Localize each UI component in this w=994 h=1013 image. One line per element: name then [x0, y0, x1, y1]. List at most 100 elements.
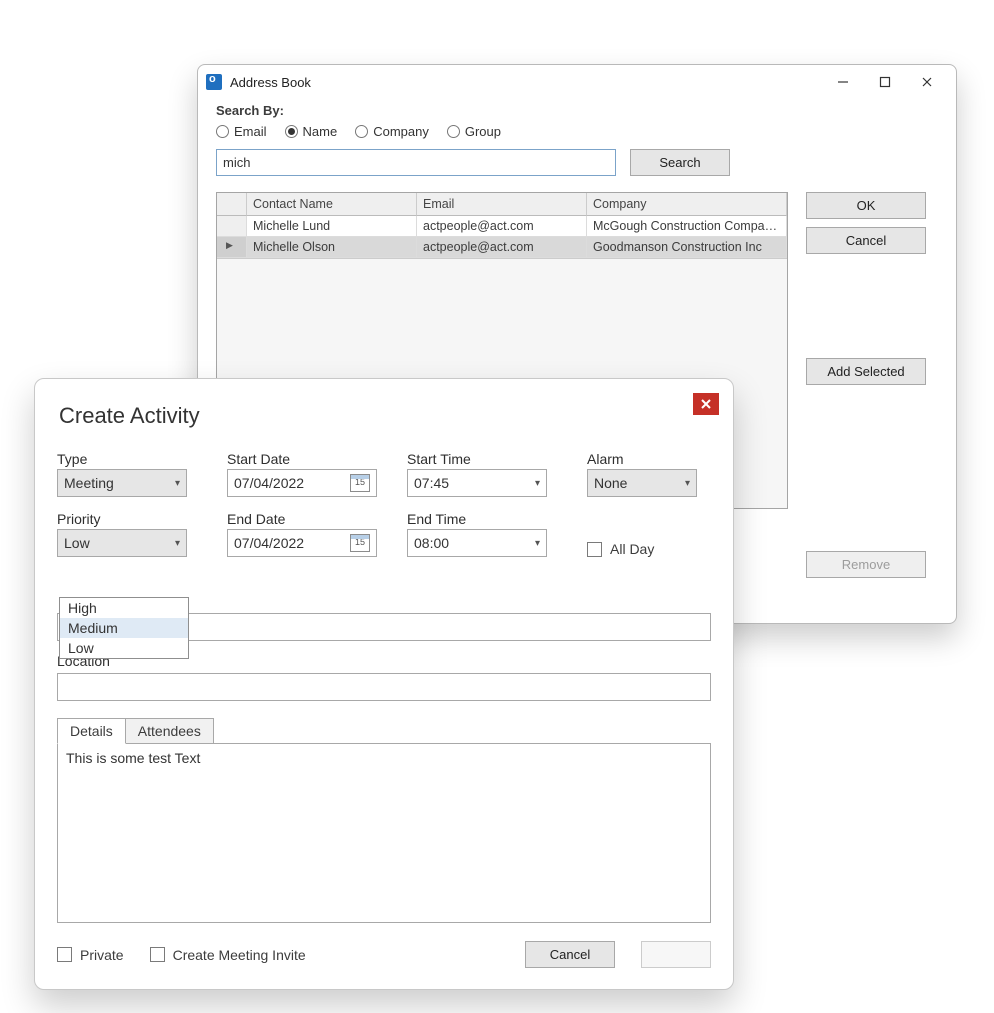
row-header	[217, 237, 247, 258]
tab-details[interactable]: Details	[57, 718, 126, 744]
tab-attendees[interactable]: Attendees	[126, 718, 214, 744]
details-textarea[interactable]: This is some test Text	[57, 743, 711, 923]
calendar-icon[interactable]: 15	[350, 534, 370, 552]
label-type: Type	[57, 451, 217, 467]
window-title: Address Book	[230, 75, 822, 90]
col-contact-name[interactable]: Contact Name	[247, 193, 417, 216]
radio-icon	[447, 125, 460, 138]
chevron-down-icon: ▾	[535, 478, 540, 489]
location-row: Location	[57, 653, 711, 701]
radio-label: Name	[303, 124, 338, 139]
search-input[interactable]	[216, 149, 616, 176]
tabs: Details Attendees	[57, 717, 711, 743]
alarm-combo[interactable]: None ▾	[587, 469, 697, 497]
radio-icon	[285, 125, 298, 138]
chevron-down-icon: ▾	[535, 538, 540, 549]
cell-email: actpeople@act.com	[417, 216, 587, 237]
cancel-button[interactable]: Cancel	[806, 227, 926, 254]
calendar-icon[interactable]: 15	[350, 474, 370, 492]
label-alarm: Alarm	[587, 451, 747, 467]
app-icon	[206, 74, 222, 90]
combo-value: 07:45	[414, 475, 449, 491]
start-time-combo[interactable]: 07:45 ▾	[407, 469, 547, 497]
form-row-1: Type Meeting ▾ Start Date 07/04/2022 15 …	[57, 451, 711, 497]
checkbox-label: Private	[80, 947, 124, 963]
search-button[interactable]: Search	[630, 149, 730, 176]
table-row[interactable]: Michelle Lund actpeople@act.com McGough …	[217, 216, 787, 237]
radio-icon	[216, 125, 229, 138]
start-date-input[interactable]: 07/04/2022 15	[227, 469, 377, 497]
radio-label: Company	[373, 124, 429, 139]
grid-corner	[217, 193, 247, 216]
radio-email[interactable]: Email	[216, 124, 267, 139]
side-buttons: OK Cancel Add Selected Remove	[806, 192, 926, 578]
grid-header: Contact Name Email Company	[217, 193, 787, 216]
chevron-down-icon: ▾	[175, 478, 180, 489]
date-value: 07/04/2022	[234, 535, 304, 551]
all-day-checkbox[interactable]: All Day	[587, 541, 747, 557]
cell-email: actpeople@act.com	[417, 237, 587, 258]
type-combo[interactable]: Meeting ▾	[57, 469, 187, 497]
cell-company: Goodmanson Construction Inc	[587, 237, 787, 258]
radio-icon	[355, 125, 368, 138]
form-row-2: Priority Low ▾ End Date 07/04/2022 15 En…	[57, 511, 711, 557]
add-selected-button[interactable]: Add Selected	[806, 358, 926, 385]
dialog-footer: Private Create Meeting Invite Cancel	[57, 941, 711, 968]
close-icon	[700, 398, 712, 410]
radio-name[interactable]: Name	[285, 124, 338, 139]
checkbox-icon	[587, 542, 602, 557]
priority-option-medium[interactable]: Medium	[60, 618, 188, 638]
close-button[interactable]	[693, 393, 719, 415]
label-start-date: Start Date	[227, 451, 397, 467]
maximize-button[interactable]	[864, 68, 906, 96]
radio-label: Group	[465, 124, 501, 139]
end-time-combo[interactable]: 08:00 ▾	[407, 529, 547, 557]
combo-value: 08:00	[414, 535, 449, 551]
label-end-date: End Date	[227, 511, 397, 527]
create-activity-window: Create Activity Type Meeting ▾ Start Dat…	[34, 378, 734, 990]
close-button[interactable]	[906, 68, 948, 96]
end-date-input[interactable]: 07/04/2022 15	[227, 529, 377, 557]
table-row[interactable]: Michelle Olson actpeople@act.com Goodman…	[217, 237, 787, 258]
priority-option-high[interactable]: High	[60, 598, 188, 618]
checkbox-label: All Day	[610, 541, 654, 557]
grid-body: Michelle Lund actpeople@act.com McGough …	[217, 216, 787, 258]
search-by-label: Search By:	[216, 103, 938, 118]
radio-company[interactable]: Company	[355, 124, 429, 139]
cell-name: Michelle Olson	[247, 237, 417, 258]
checkbox-label: Create Meeting Invite	[173, 947, 306, 963]
row-header	[217, 216, 247, 237]
radio-label: Email	[234, 124, 267, 139]
minimize-button[interactable]	[822, 68, 864, 96]
titlebar: Address Book	[198, 65, 956, 99]
cancel-button[interactable]: Cancel	[525, 941, 615, 968]
priority-option-low[interactable]: Low	[60, 638, 188, 658]
date-value: 07/04/2022	[234, 475, 304, 491]
search-by-radios: Email Name Company Group	[216, 124, 938, 139]
cell-company: McGough Construction Company I	[587, 216, 787, 237]
combo-value: Meeting	[64, 475, 114, 491]
label-start-time: Start Time	[407, 451, 577, 467]
col-company[interactable]: Company	[587, 193, 787, 216]
col-email[interactable]: Email	[417, 193, 587, 216]
priority-combo[interactable]: Low ▾	[57, 529, 187, 557]
ok-button-placeholder[interactable]	[641, 941, 711, 968]
checkbox-icon	[57, 947, 72, 962]
combo-value: None	[594, 475, 627, 491]
cell-name: Michelle Lund	[247, 216, 417, 237]
remove-button[interactable]: Remove	[806, 551, 926, 578]
create-invite-checkbox[interactable]: Create Meeting Invite	[150, 947, 306, 963]
label-end-time: End Time	[407, 511, 577, 527]
priority-dropdown-list[interactable]: High Medium Low	[59, 597, 189, 659]
dialog-title: Create Activity	[59, 403, 711, 429]
search-row: Search	[216, 149, 938, 176]
checkbox-icon	[150, 947, 165, 962]
chevron-down-icon: ▾	[685, 478, 690, 489]
private-checkbox[interactable]: Private	[57, 947, 124, 963]
label-priority: Priority	[57, 511, 217, 527]
combo-value: Low	[64, 535, 90, 551]
chevron-down-icon: ▾	[175, 538, 180, 549]
radio-group[interactable]: Group	[447, 124, 501, 139]
location-input[interactable]	[57, 673, 711, 701]
ok-button[interactable]: OK	[806, 192, 926, 219]
